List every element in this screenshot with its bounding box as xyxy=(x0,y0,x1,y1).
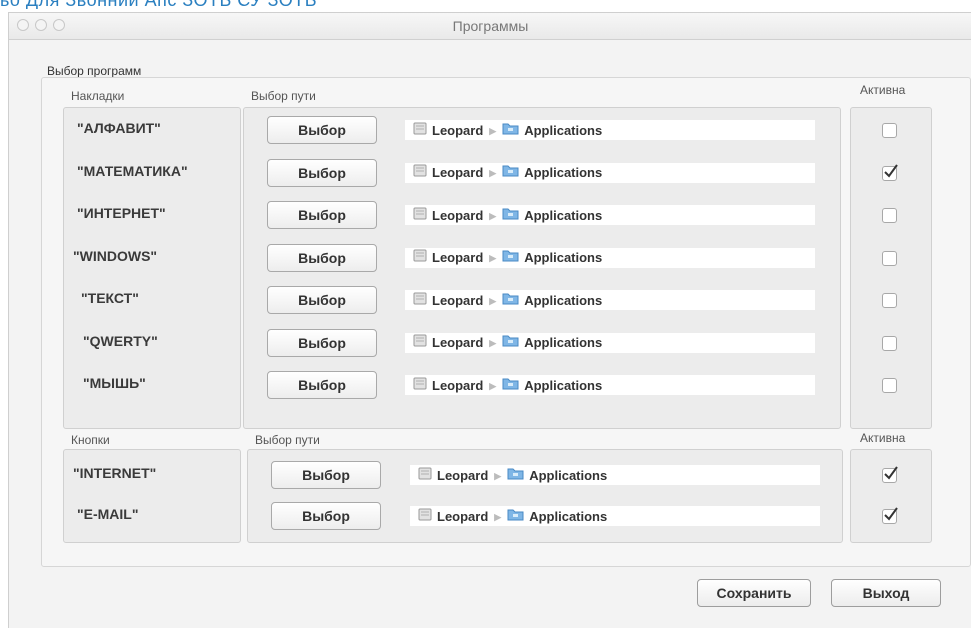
active-checkbox[interactable] xyxy=(882,250,897,266)
path-arrow-icon: ▶ xyxy=(489,210,497,221)
path-volume: Leopard xyxy=(432,250,484,266)
path-display: Leopard ▶ Applications xyxy=(404,374,816,396)
path-display: Leopard ▶ Applications xyxy=(404,119,816,141)
path-volume: Leopard xyxy=(432,165,484,181)
path-display: Leopard ▶ Applications xyxy=(409,505,821,527)
disk-icon xyxy=(413,248,427,268)
item-name: "ТЕКСТ" xyxy=(81,290,139,306)
path-volume: Leopard xyxy=(432,292,484,308)
path-display: Leopard ▶ Applications xyxy=(404,204,816,226)
path-folder: Applications xyxy=(524,335,603,351)
disk-icon xyxy=(413,206,427,226)
active-checkbox[interactable] xyxy=(882,335,897,351)
path-volume: Leopard xyxy=(432,122,484,138)
path-display: Leopard ▶ Applications xyxy=(409,464,821,486)
item-name: "WINDOWS" xyxy=(73,247,158,264)
overlays-header: Накладки xyxy=(71,89,125,103)
overlays-path-header: Выбор пути xyxy=(251,89,316,103)
active-checkbox[interactable] xyxy=(882,208,897,223)
path-volume: Leopard xyxy=(432,335,484,351)
folder-icon xyxy=(502,291,519,311)
path-display: Leopard ▶ Applications xyxy=(404,246,816,269)
path-folder: Applications xyxy=(524,292,603,308)
active-checkbox[interactable] xyxy=(882,507,898,524)
buttons-active-header: Активна xyxy=(860,431,906,445)
path-arrow-icon: ▶ xyxy=(489,295,497,306)
disk-icon xyxy=(413,291,427,311)
path-arrow-icon: ▶ xyxy=(494,470,502,481)
folder-icon xyxy=(502,333,519,353)
active-checkbox[interactable] xyxy=(882,466,898,483)
checkmark-icon xyxy=(884,507,898,521)
choose-path-button[interactable]: Выбор xyxy=(271,502,381,530)
path-folder: Applications xyxy=(524,165,603,181)
path-volume: Leopard xyxy=(437,467,489,483)
save-button[interactable]: Сохранить xyxy=(697,579,811,607)
path-arrow-icon: ▶ xyxy=(489,125,497,136)
path-folder: Applications xyxy=(524,377,603,393)
path-display: Leopard ▶ Applications xyxy=(404,289,816,311)
active-checkbox[interactable] xyxy=(882,378,897,393)
disk-icon xyxy=(413,376,427,396)
folder-icon xyxy=(507,507,524,527)
folder-icon xyxy=(502,376,519,396)
item-name: "МЫШЬ" xyxy=(83,375,146,391)
group-label: Выбор программ xyxy=(47,64,142,78)
disk-icon xyxy=(418,466,432,486)
path-arrow-icon: ▶ xyxy=(489,253,497,264)
path-folder: Applications xyxy=(529,467,608,483)
title-bar[interactable]: Программы xyxy=(9,13,971,40)
active-checkbox[interactable] xyxy=(882,163,898,181)
checkmark-icon xyxy=(884,163,898,178)
item-name: "INTERNET" xyxy=(73,465,157,481)
choose-path-button[interactable]: Выбор xyxy=(267,243,377,272)
folder-icon xyxy=(502,248,519,268)
cropped-header-text: ьо Для Звонний Апс ЗОТЬ СУ ЗОТЬ xyxy=(0,0,971,9)
active-checkbox[interactable] xyxy=(882,293,897,308)
choose-path-button[interactable]: Выбор xyxy=(267,371,377,399)
choose-path-button[interactable]: Выбор xyxy=(267,201,377,229)
exit-button[interactable]: Выход xyxy=(831,579,941,607)
path-display: Leopard ▶ Applications xyxy=(404,161,816,184)
folder-icon xyxy=(502,121,519,141)
choose-path-button[interactable]: Выбор xyxy=(267,158,377,187)
disk-icon xyxy=(413,163,427,183)
overlays-active-header: Активна xyxy=(860,83,906,97)
choose-path-button[interactable]: Выбор xyxy=(267,116,377,144)
path-arrow-icon: ▶ xyxy=(489,168,497,179)
disk-icon xyxy=(413,333,427,353)
choose-path-button[interactable]: Выбор xyxy=(267,328,377,357)
folder-icon xyxy=(502,206,519,226)
item-name: "АЛФАВИТ" xyxy=(77,120,161,136)
path-volume: Leopard xyxy=(432,207,484,223)
path-folder: Applications xyxy=(524,122,603,138)
path-folder: Applications xyxy=(524,250,603,266)
path-folder: Applications xyxy=(529,508,608,524)
checkmark-icon xyxy=(884,466,898,480)
path-arrow-icon: ▶ xyxy=(494,511,502,522)
path-volume: Leopard xyxy=(437,508,489,524)
path-folder: Applications xyxy=(524,207,603,223)
buttons-names-panel xyxy=(63,449,241,543)
item-name: "ИНТЕРНЕТ" xyxy=(77,205,166,221)
choose-path-button[interactable]: Выбор xyxy=(271,461,381,489)
disk-icon xyxy=(418,507,432,527)
item-name: "МАТЕМАТИКА" xyxy=(77,162,188,179)
buttons-path-header: Выбор пути xyxy=(255,433,320,447)
path-volume: Leopard xyxy=(432,377,484,393)
item-name: "QWERTY" xyxy=(83,332,158,349)
path-arrow-icon: ▶ xyxy=(489,380,497,391)
folder-icon xyxy=(502,163,519,183)
disk-icon xyxy=(413,121,427,141)
path-display: Leopard ▶ Applications xyxy=(404,331,816,354)
item-name: "E-MAIL" xyxy=(77,506,139,522)
folder-icon xyxy=(507,466,524,486)
programs-window: Программы Выбор программ Накладки Выбор … xyxy=(8,12,971,628)
window-title: Программы xyxy=(452,18,529,34)
choose-path-button[interactable]: Выбор xyxy=(267,286,377,314)
buttons-header: Кнопки xyxy=(71,433,110,447)
active-checkbox[interactable] xyxy=(882,123,897,138)
path-arrow-icon: ▶ xyxy=(489,338,497,349)
